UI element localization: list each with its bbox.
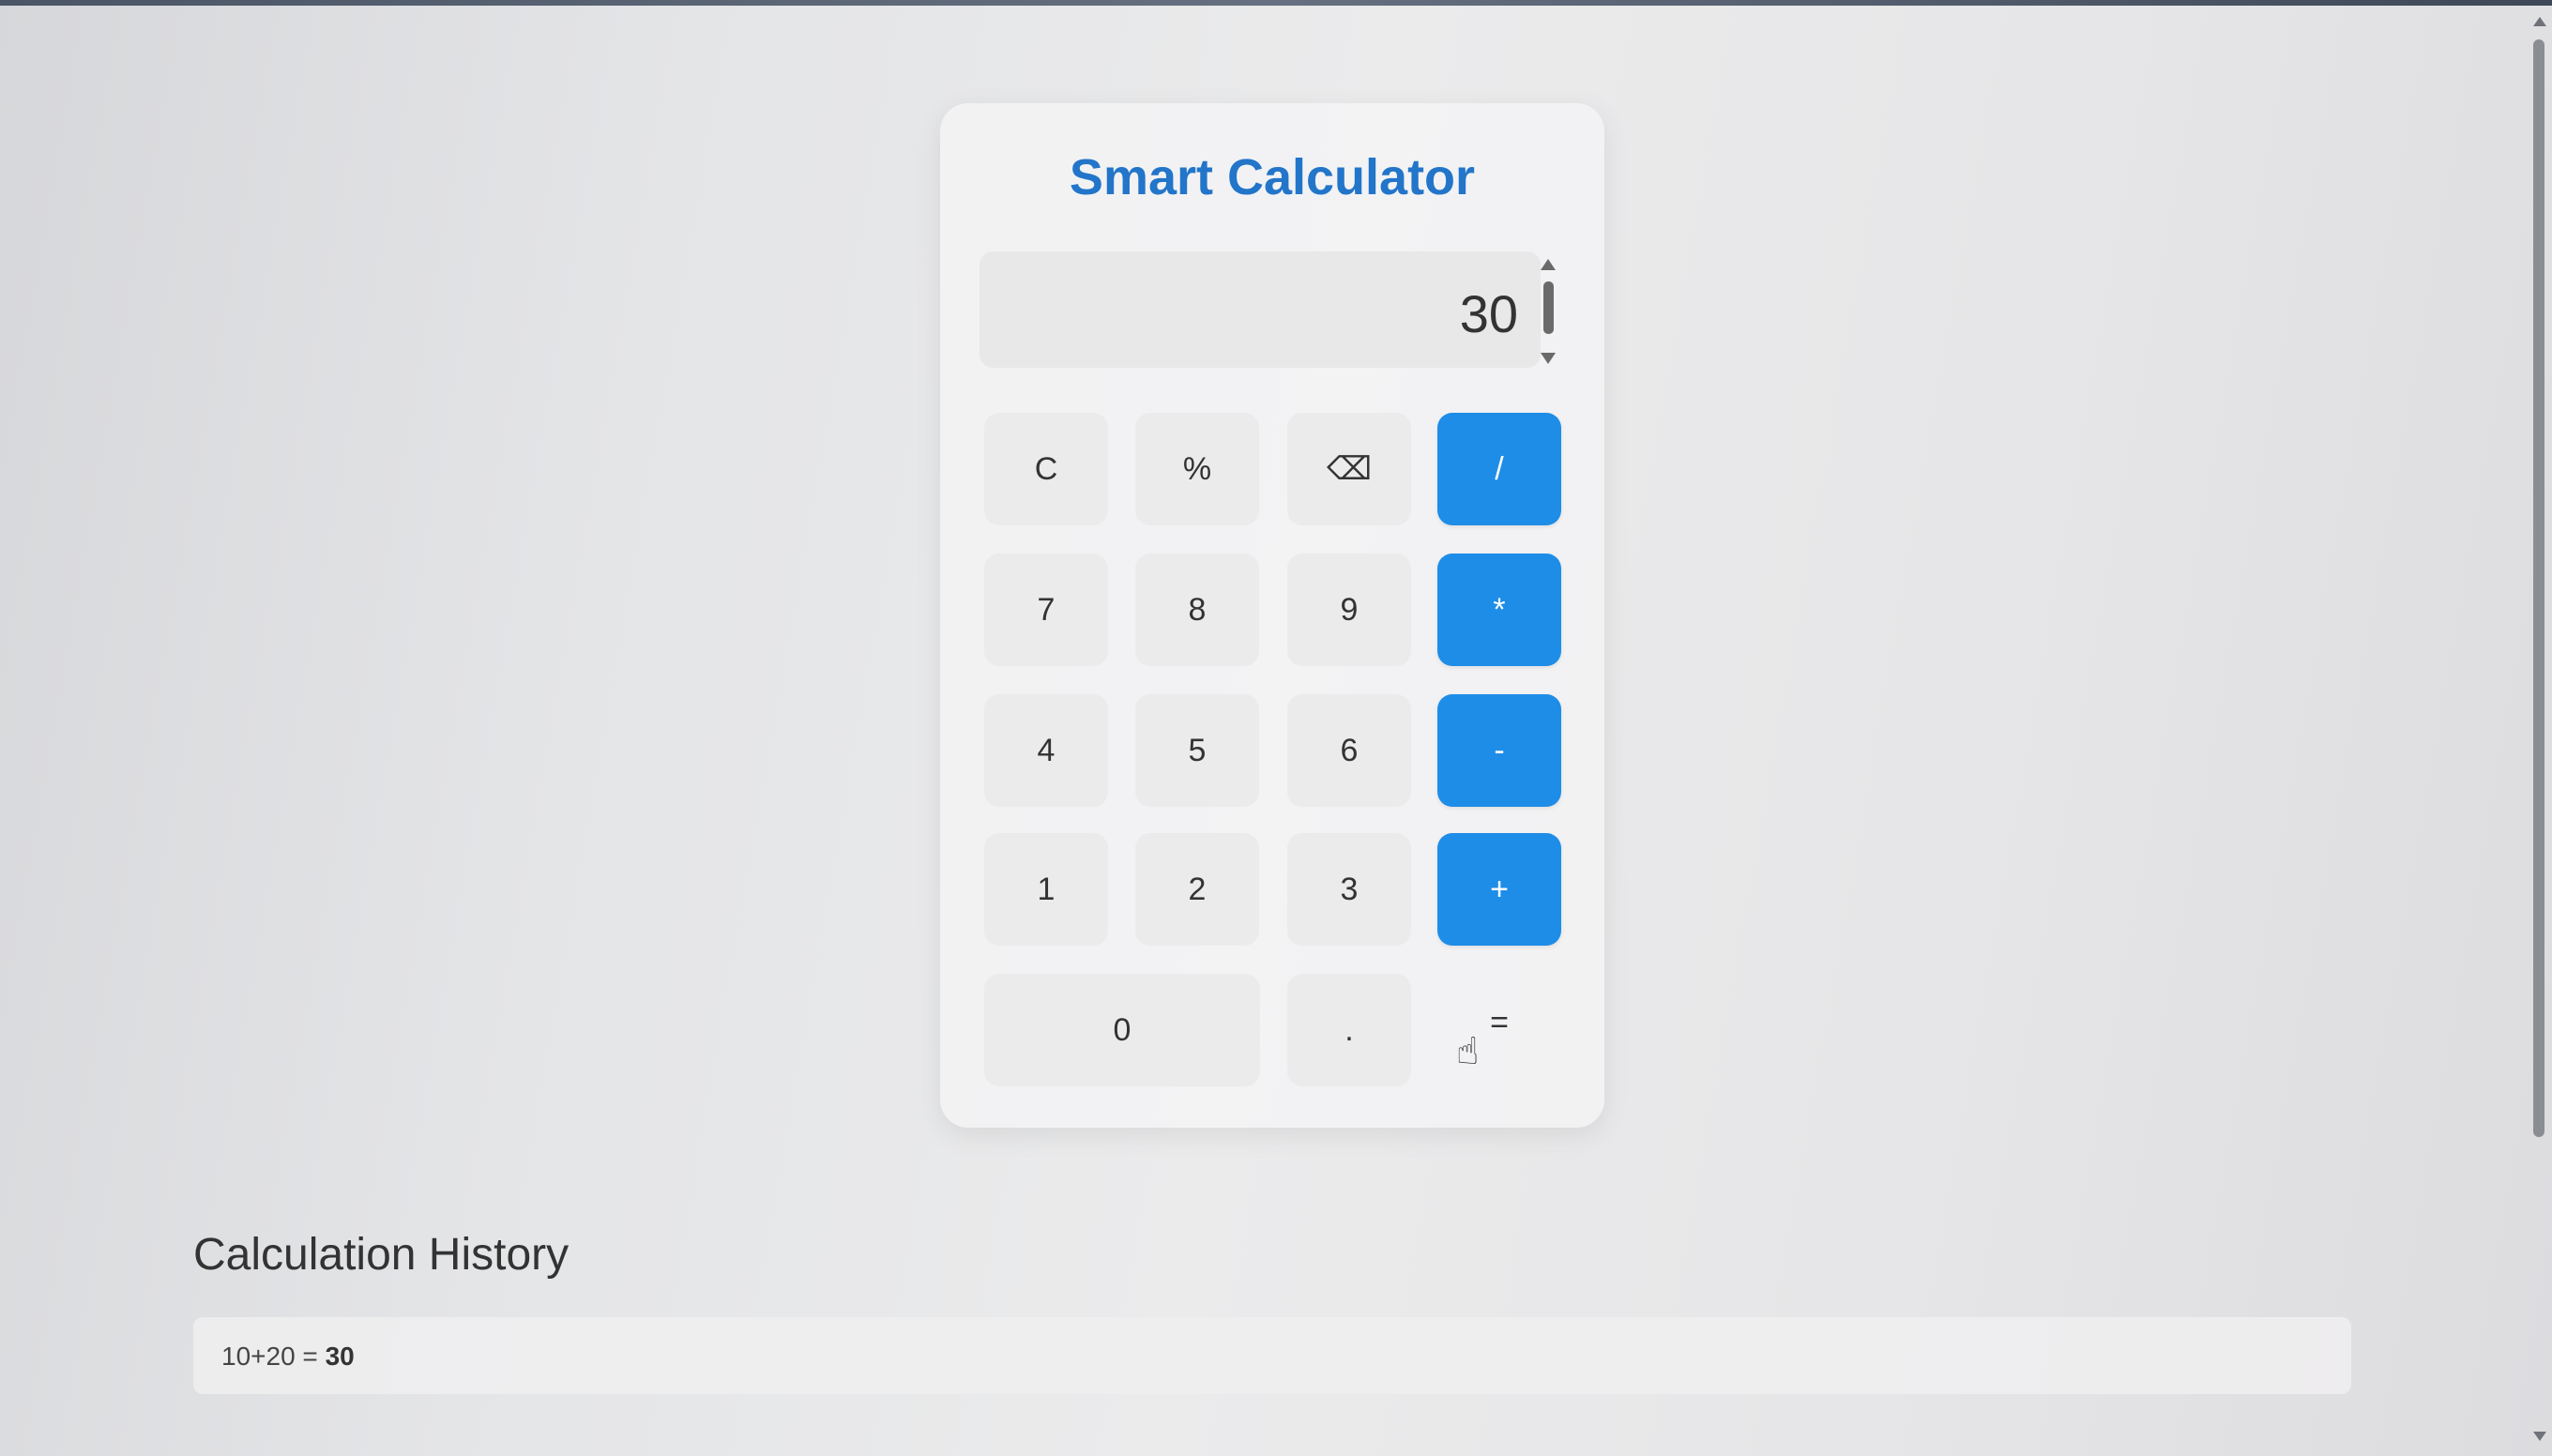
eight-button[interactable]: 8 (1135, 554, 1259, 666)
history-expression: 10+20 = (221, 1342, 318, 1371)
two-button[interactable]: 2 (1135, 833, 1259, 946)
subtract-button[interactable]: - (1437, 694, 1561, 807)
scroll-up-arrow-icon[interactable] (2533, 17, 2546, 26)
history-title: Calculation History (193, 1230, 570, 1280)
decimal-button[interactable]: . (1287, 974, 1411, 1086)
window-top-edge (0, 0, 2552, 6)
calculator-title: Smart Calculator (1069, 149, 1476, 205)
history-item[interactable]: 10+20 = 30 (221, 1342, 355, 1372)
five-button[interactable]: 5 (1135, 694, 1259, 807)
history-result: 30 (325, 1342, 355, 1371)
calculator-card: Smart Calculator 30 C % ⌫ / 7 8 9 * 4 5 … (940, 103, 1604, 1128)
calculator-display: 30 (980, 251, 1541, 368)
display-scroll-down-icon[interactable] (1541, 353, 1556, 364)
three-button[interactable]: 3 (1287, 833, 1411, 946)
one-button[interactable]: 1 (984, 833, 1108, 946)
hand-pointer-icon: ☝ (1456, 1030, 1480, 1073)
nine-button[interactable]: 9 (1287, 554, 1411, 666)
seven-button[interactable]: 7 (984, 554, 1108, 666)
percent-button[interactable]: % (1135, 413, 1259, 525)
scrollbar-thumb[interactable] (2533, 39, 2544, 1137)
six-button[interactable]: 6 (1287, 694, 1411, 807)
backspace-button[interactable]: ⌫ (1287, 413, 1411, 525)
display-scroll-up-icon[interactable] (1541, 259, 1556, 270)
display-value: 30 (1459, 284, 1518, 343)
history-list: 10+20 = 30 (193, 1317, 2351, 1394)
four-button[interactable]: 4 (984, 694, 1108, 807)
multiply-button[interactable]: * (1437, 554, 1561, 666)
backspace-icon: ⌫ (1326, 451, 1373, 487)
page-scrollbar[interactable] (2526, 6, 2552, 1456)
display-scrollbar-thumb[interactable] (1543, 281, 1554, 334)
scroll-down-arrow-icon[interactable] (2533, 1432, 2546, 1441)
divide-button[interactable]: / (1437, 413, 1561, 525)
zero-button[interactable]: 0 (984, 974, 1260, 1086)
clear-button[interactable]: C (984, 413, 1108, 525)
add-button[interactable]: + (1437, 833, 1561, 946)
